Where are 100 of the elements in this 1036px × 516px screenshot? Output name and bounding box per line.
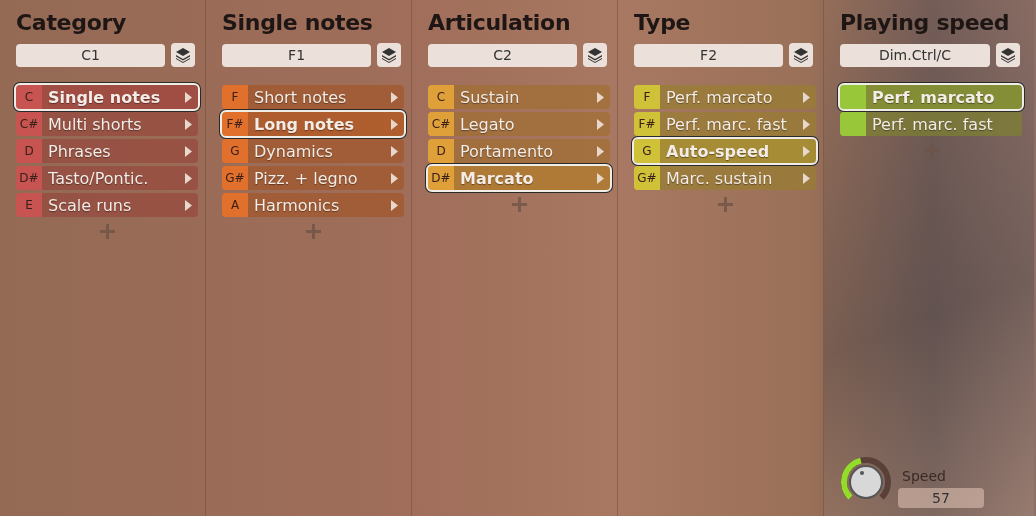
key-label: D# <box>431 171 451 185</box>
list-item[interactable]: G# Marc. sustain <box>634 166 816 190</box>
column-title: Single notes <box>222 10 374 37</box>
item-label: Dynamics <box>254 141 333 161</box>
list-item[interactable]: C# Multi shorts <box>16 112 198 136</box>
list-item[interactable]: D# Marcato <box>428 166 610 190</box>
layers-icon <box>793 47 810 63</box>
input-field[interactable]: F1 <box>222 43 372 67</box>
arrow-icon <box>391 145 398 157</box>
item-label: Marc. sustain <box>666 168 773 188</box>
plus-icon <box>99 224 115 239</box>
input-field[interactable]: F2 <box>634 43 784 67</box>
arrow-icon <box>597 118 604 130</box>
arrow-icon <box>185 145 192 157</box>
list-item[interactable]: Perf. marc. fast <box>840 112 1022 136</box>
key-label: F# <box>638 117 656 131</box>
column-title: Articulation <box>428 10 572 37</box>
key-label: F <box>643 90 651 104</box>
item-label: Perf. marc. fast <box>666 114 787 134</box>
key-label: C# <box>19 117 39 131</box>
arrow-icon <box>391 118 398 130</box>
key-label: G# <box>637 171 657 185</box>
key-label: D <box>24 144 34 158</box>
item-label: Short notes <box>254 87 347 107</box>
arrow-icon <box>391 199 398 211</box>
input-field[interactable]: C2 <box>428 43 578 67</box>
item-label: Phrases <box>48 141 111 161</box>
list-item[interactable]: G Auto-speed <box>634 139 816 163</box>
item-label: Multi shorts <box>48 114 142 134</box>
key-label: G# <box>225 171 245 185</box>
input-field[interactable]: C1 <box>16 43 166 67</box>
key-label: C# <box>431 117 451 131</box>
list-item[interactable]: E Scale runs <box>16 193 198 217</box>
item-label: Perf. marcato <box>666 87 773 107</box>
layers-button[interactable] <box>171 43 195 67</box>
layers-icon <box>587 47 604 63</box>
item-label: Long notes <box>254 114 354 134</box>
list-item[interactable]: A Harmonics <box>222 193 404 217</box>
key-label: G <box>230 144 240 158</box>
arrow-icon <box>803 145 810 157</box>
column-title: Category <box>16 10 128 37</box>
list-item[interactable]: D Phrases <box>16 139 198 163</box>
speed-value-field[interactable]: 57 <box>898 488 984 508</box>
list-item[interactable]: C# Legato <box>428 112 610 136</box>
list-item[interactable]: G# Pizz. + legno <box>222 166 404 190</box>
list-item[interactable]: C Single notes <box>16 85 198 109</box>
arrow-icon <box>803 118 810 130</box>
layers-button[interactable] <box>789 43 813 67</box>
list-item[interactable]: D# Tasto/Pontic. <box>16 166 198 190</box>
input-field[interactable]: Dim.Ctrl/C <box>840 43 990 67</box>
list-item[interactable]: D Portamento <box>428 139 610 163</box>
arrow-icon <box>185 118 192 130</box>
arrow-icon <box>391 172 398 184</box>
list-item[interactable]: F# Long notes <box>222 112 404 136</box>
arrow-icon <box>597 91 604 103</box>
arrow-icon <box>597 145 604 157</box>
layers-button[interactable] <box>996 43 1020 67</box>
item-label: Perf. marc. fast <box>872 114 993 134</box>
layers-icon <box>381 47 398 63</box>
list-item[interactable]: F Short notes <box>222 85 404 109</box>
item-label: Harmonics <box>254 195 340 215</box>
arrow-icon <box>185 91 192 103</box>
arrow-icon <box>597 172 604 184</box>
layers-button[interactable] <box>377 43 401 67</box>
list-item[interactable]: F Perf. marcato <box>634 85 816 109</box>
item-label: Perf. marcato <box>872 87 995 107</box>
list-item[interactable]: C Sustain <box>428 85 610 109</box>
list-item[interactable]: F# Perf. marc. fast <box>634 112 816 136</box>
item-label: Scale runs <box>48 195 132 215</box>
list-item[interactable]: G Dynamics <box>222 139 404 163</box>
item-label: Auto-speed <box>666 141 770 161</box>
column-title: Type <box>634 10 692 37</box>
key-label: F# <box>226 117 244 131</box>
key-label: D <box>436 144 446 158</box>
column-title: Playing speed <box>840 10 1011 37</box>
key-label: G <box>642 144 652 158</box>
layers-button[interactable] <box>583 43 607 67</box>
key-label: F <box>231 90 239 104</box>
speed-label: Speed <box>902 468 947 484</box>
item-label: Pizz. + legno <box>254 168 358 188</box>
layers-icon <box>1000 47 1016 63</box>
item-label: Portamento <box>460 141 554 161</box>
arrow-icon <box>391 91 398 103</box>
plus-icon <box>511 197 527 212</box>
item-label: Single notes <box>48 87 161 107</box>
plus-icon <box>305 224 321 239</box>
arrow-icon <box>185 172 192 184</box>
arrow-icon <box>803 172 810 184</box>
key-label: A <box>230 198 240 212</box>
key-label: E <box>25 198 33 212</box>
key-label: D# <box>19 171 39 185</box>
item-label: Marcato <box>460 168 534 188</box>
item-label: Tasto/Pontic. <box>48 168 149 188</box>
plus-icon <box>717 197 733 212</box>
layers-icon <box>175 47 192 63</box>
arrow-icon <box>185 199 192 211</box>
item-label: Sustain <box>460 87 520 107</box>
item-label: Legato <box>460 114 515 134</box>
key-label: C <box>436 90 446 104</box>
key-label: C <box>24 90 34 104</box>
